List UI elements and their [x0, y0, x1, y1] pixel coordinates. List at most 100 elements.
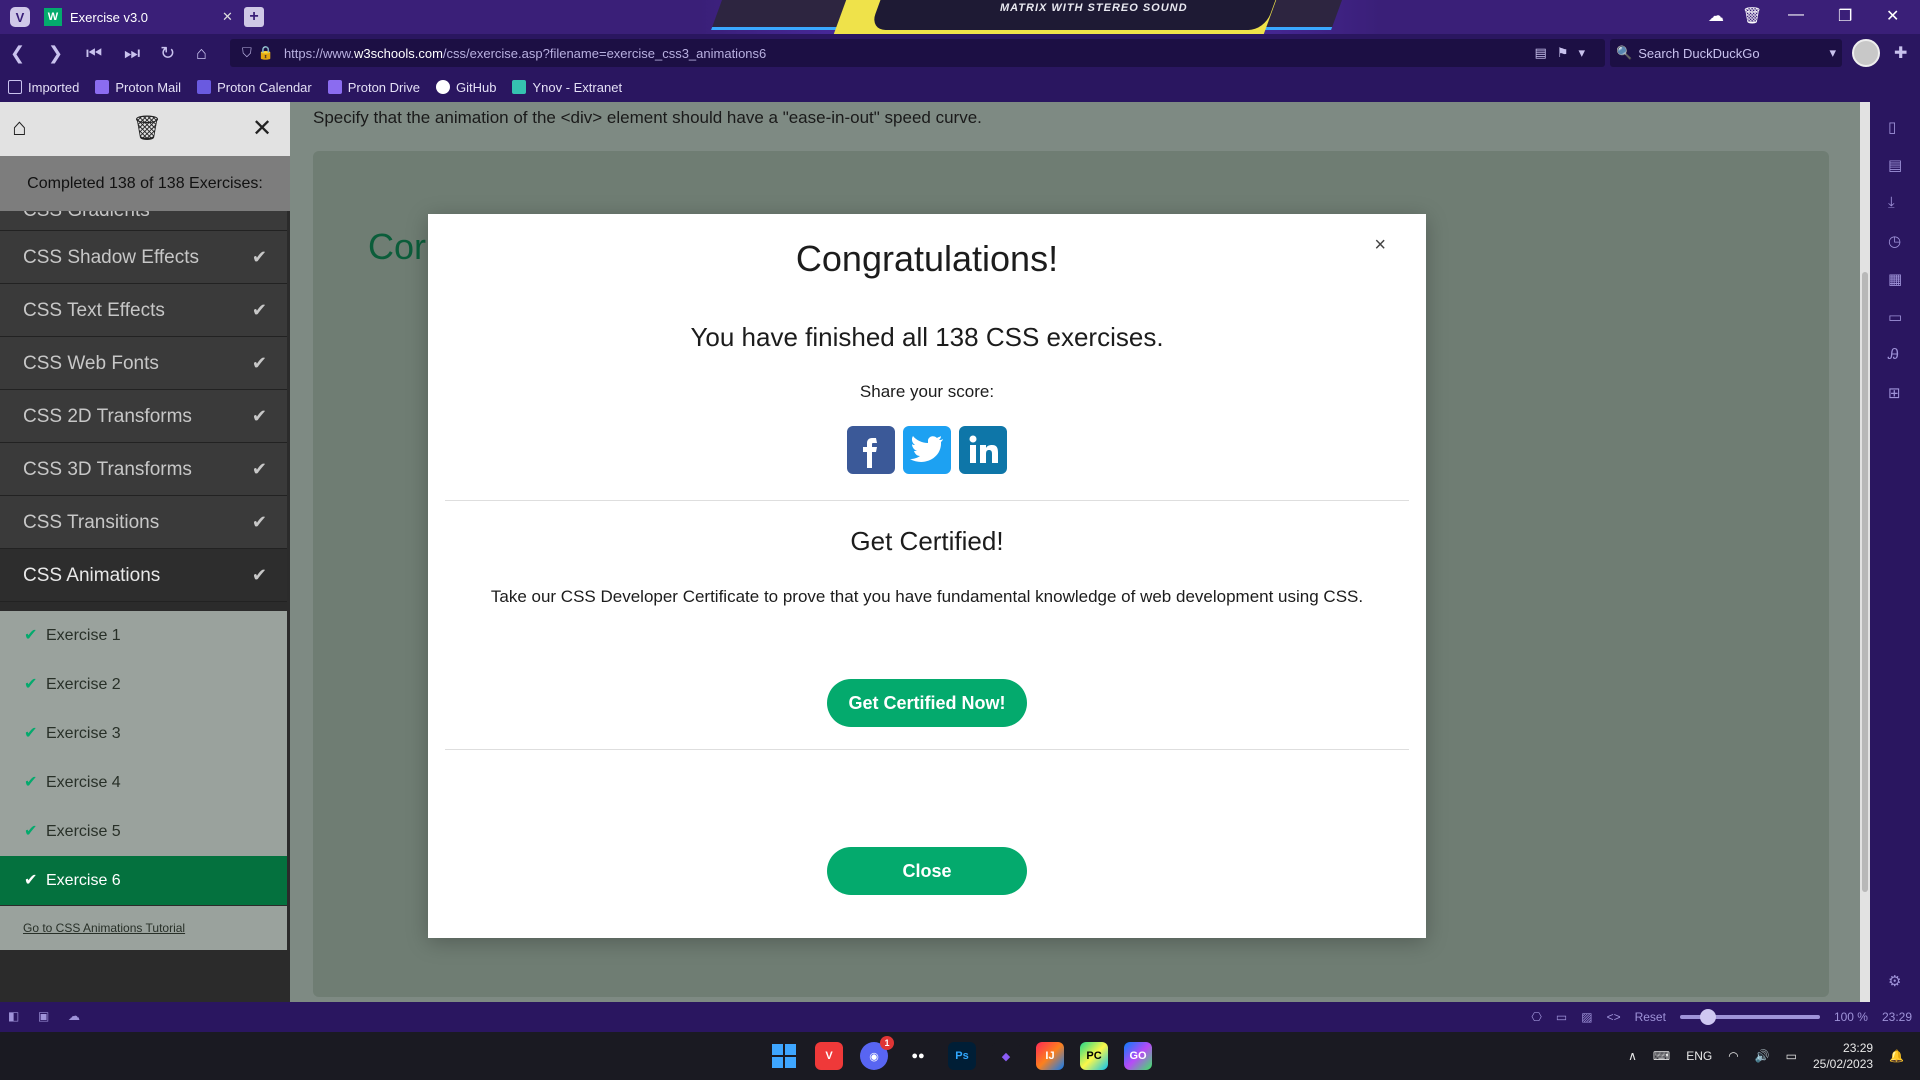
close-icon[interactable]: ✕: [252, 114, 272, 143]
finished-message: You have finished all 138 CSS exercises.: [690, 322, 1164, 352]
forward-icon[interactable]: ❯: [48, 43, 63, 63]
vivaldi-logo-icon[interactable]: V: [10, 7, 30, 27]
tab-close-icon[interactable]: ✕: [222, 9, 233, 25]
address-bar[interactable]: ⛉ 🔒 https://www. w3schools.com/css/exerci…: [230, 39, 1605, 67]
fast-forward-icon[interactable]: ⏭: [124, 43, 140, 63]
home-icon[interactable]: ⌂: [196, 43, 207, 63]
notifications-icon[interactable]: 🔔: [1889, 1049, 1904, 1063]
sidebar-item-transitions[interactable]: CSS Transitions ✔: [0, 496, 287, 549]
sidebar-item-gradients[interactable]: CSS Gradients: [0, 211, 287, 231]
window-close-button[interactable]: ✕: [1886, 6, 1899, 26]
sidebar-item-3d-transforms[interactable]: CSS 3D Transforms ✔: [0, 443, 287, 496]
exercise-item-3[interactable]: ✔ Exercise 3: [0, 709, 287, 758]
browser-tab[interactable]: V W Exercise v3.0 ✕: [0, 0, 245, 34]
page-scrollbar[interactable]: [1860, 102, 1870, 1002]
start-button[interactable]: [770, 1042, 798, 1070]
profile-avatar[interactable]: [1852, 39, 1880, 67]
obsidian-taskbar-icon[interactable]: ◆: [992, 1042, 1020, 1070]
panel-toggle-icon[interactable]: ◧: [8, 1009, 19, 1023]
volume-icon[interactable]: 🔊: [1755, 1049, 1770, 1063]
check-icon: ✔: [251, 300, 267, 320]
side-panel-bar: ▯ ▤ ⤓ ◷ ▦ ▭ Ꭿ ⊞ ⚙: [1870, 102, 1920, 1002]
new-tab-button[interactable]: +: [244, 7, 264, 27]
check-icon: ✔: [251, 512, 267, 532]
tile-icon[interactable]: ▭: [1556, 1010, 1567, 1024]
bookmark-proton-calendar[interactable]: Proton Calendar: [197, 80, 312, 95]
lock-icon[interactable]: 🔒: [258, 45, 274, 61]
bookmark-proton-drive[interactable]: Proton Drive: [327, 80, 420, 95]
rewind-icon[interactable]: ⏮: [86, 43, 102, 63]
capture-icon[interactable]: ⎔: [1531, 1010, 1541, 1024]
bookmark-ynov[interactable]: Ynov - Extranet: [512, 80, 622, 95]
modal-close-button[interactable]: Close: [827, 847, 1027, 895]
search-engine-dropdown-icon[interactable]: ▾: [1829, 45, 1836, 61]
search-field[interactable]: 🔍 Search DuckDuckGo ▾: [1610, 39, 1842, 67]
linkedin-share-button[interactable]: [959, 426, 1007, 474]
exercise-item-5[interactable]: ✔ Exercise 5: [0, 807, 287, 856]
folder-icon: [8, 80, 22, 94]
battery-icon[interactable]: ▭: [1786, 1049, 1797, 1063]
windows-logo-icon: [772, 1044, 796, 1068]
tab-tiling-icon[interactable]: ▣: [38, 1009, 49, 1023]
modal-title: Congratulations!: [795, 238, 1059, 279]
bookmark-proton-mail[interactable]: Proton Mail: [95, 80, 181, 95]
language-indicator[interactable]: ENG: [1686, 1049, 1712, 1063]
restore-button[interactable]: ❐: [1838, 6, 1852, 26]
minimize-button[interactable]: —: [1788, 6, 1804, 24]
translate-icon[interactable]: Ꭿ: [1888, 346, 1899, 363]
pycharm-taskbar-icon[interactable]: PC: [1080, 1042, 1108, 1070]
address-bar-actions[interactable]: ▤⚑▾: [1535, 45, 1595, 61]
exercise-item-2[interactable]: ✔ Exercise 2: [0, 660, 287, 709]
zoom-slider-knob[interactable]: [1699, 1009, 1716, 1025]
exercise-sidebar: ⌂ 🗑 ✕ Completed 138 of 138 Exercises: CS…: [0, 102, 290, 1002]
sidebar-item-text-effects[interactable]: CSS Text Effects ✔: [0, 284, 287, 337]
photoshop-taskbar-icon[interactable]: Ps: [948, 1042, 976, 1070]
notes-icon[interactable]: ▦: [1888, 270, 1902, 288]
page-actions-icon[interactable]: <>: [1607, 1010, 1621, 1024]
get-certified-button[interactable]: Get Certified Now!: [827, 679, 1027, 727]
exercise-list: ✔ Exercise 1 ✔ Exercise 2 ✔ Exercise 3 ✔ Exe…: [0, 611, 287, 905]
reload-icon[interactable]: ↻: [160, 43, 175, 63]
sidebar-item-web-fonts[interactable]: CSS Web Fonts ✔: [0, 337, 287, 390]
discord-taskbar-icon[interactable]: ◉ 1: [860, 1036, 894, 1070]
wifi-icon[interactable]: ◠: [1728, 1049, 1738, 1063]
taskbar-clock[interactable]: 23:29 25/02/2023: [1813, 1040, 1873, 1072]
add-panel-icon[interactable]: ⊞: [1888, 384, 1901, 402]
shield-icon[interactable]: ⛉: [242, 45, 252, 61]
zoom-slider[interactable]: [1679, 1009, 1820, 1025]
trash-icon[interactable]: 🗑: [1742, 6, 1762, 26]
keyboard-icon[interactable]: ⌨: [1653, 1049, 1670, 1063]
sidebar-item-shadow-effects[interactable]: CSS Shadow Effects ✔: [0, 231, 287, 284]
facebook-share-button[interactable]: [847, 426, 895, 474]
tutorial-link[interactable]: Go to CSS Animations Tutorial: [0, 906, 287, 950]
intellij-taskbar-icon[interactable]: IJ: [1036, 1042, 1064, 1070]
scrollbar-thumb[interactable]: [1862, 272, 1868, 892]
cloud-sync-icon[interactable]: ☁: [1708, 6, 1724, 26]
home-icon[interactable]: ⌂: [12, 114, 27, 142]
window-panel-icon[interactable]: ▭: [1888, 308, 1902, 326]
check-icon: ✔: [251, 406, 267, 426]
extensions-icon[interactable]: ✚: [1894, 43, 1907, 63]
sidebar-item-2d-transforms[interactable]: CSS 2D Transforms ✔: [0, 390, 287, 443]
image-toggle-icon[interactable]: ▨: [1581, 1010, 1592, 1024]
exercise-item-1[interactable]: ✔ Exercise 1: [0, 611, 287, 660]
cloud-icon[interactable]: ☁: [68, 1009, 80, 1023]
trash-icon[interactable]: 🗑: [132, 114, 162, 143]
bookmark-imported[interactable]: Imported: [8, 80, 79, 95]
tray-overflow-icon[interactable]: ∧: [1628, 1049, 1637, 1063]
bookmark-panel-icon[interactable]: ▯: [1888, 118, 1896, 136]
downloads-icon[interactable]: ⤓: [1888, 194, 1895, 211]
zoom-reset-button[interactable]: Reset: [1635, 1010, 1666, 1024]
exercise-item-6[interactable]: ✔ Exercise 6: [0, 856, 287, 905]
exercise-item-4[interactable]: ✔ Exercise 4: [0, 758, 287, 807]
goland-taskbar-icon[interactable]: GO: [1124, 1042, 1152, 1070]
bookmark-github[interactable]: GitHub: [435, 80, 496, 95]
twitter-share-button[interactable]: [903, 426, 951, 474]
history-icon[interactable]: ◷: [1888, 232, 1901, 250]
settings-gear-icon[interactable]: ⚙: [1888, 972, 1901, 990]
reading-list-icon[interactable]: ▤: [1888, 156, 1902, 174]
sidebar-item-animations[interactable]: CSS Animations ✔: [0, 549, 287, 602]
vivaldi-taskbar-icon[interactable]: V: [815, 1042, 843, 1070]
app-taskbar-icon[interactable]: ●●: [904, 1042, 932, 1070]
back-icon[interactable]: ❮: [10, 43, 25, 63]
